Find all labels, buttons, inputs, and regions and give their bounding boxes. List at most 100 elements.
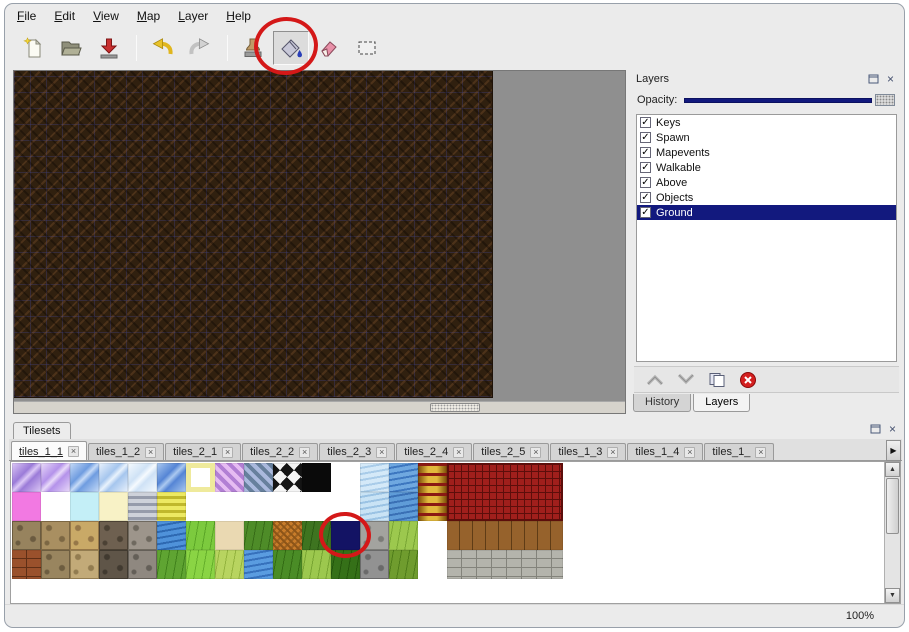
layer-visibility-checkbox[interactable]: ✓ [640,162,651,173]
tileset-tile-frame[interactable] [186,463,215,492]
move-layer-down-button[interactable] [677,373,695,386]
tileset-tile-grass[interactable] [215,550,244,579]
layer-visibility-checkbox[interactable]: ✓ [640,147,651,158]
layer-visibility-checkbox[interactable]: ✓ [640,192,651,203]
tileset-tab-tiles_1_4[interactable]: tiles_1_4× [627,443,703,460]
layers-panel-float-button[interactable] [866,72,881,85]
map-canvas[interactable] [14,71,493,398]
eraser-tool-button[interactable] [311,31,347,65]
tileset-tile-grass[interactable] [157,550,186,579]
tileset-tile-water[interactable] [157,521,186,550]
tileset-tile-navy-selected[interactable] [331,521,360,550]
tileset-tile-plain[interactable] [12,492,41,521]
tileset-tab-tiles_2_2[interactable]: tiles_2_2× [242,443,318,460]
tileset-tile-grass[interactable] [273,550,302,579]
redo-button[interactable] [182,31,218,65]
tileset-tab-tiles_1_1[interactable]: tiles_1_1× [11,441,87,461]
tileset-tile-gem[interactable] [128,463,157,492]
close-tab-icon[interactable]: × [453,447,464,458]
tileset-tab-tiles_2_5[interactable]: tiles_2_5× [473,443,549,460]
layer-row-above[interactable]: ✓Above [637,175,896,190]
tileset-tab-tiles_2_4[interactable]: tiles_2_4× [396,443,472,460]
opacity-slider-handle[interactable] [875,94,895,106]
layer-row-mapevents[interactable]: ✓Mapevents [637,145,896,160]
close-tab-icon[interactable]: × [145,447,156,458]
tileset-tile-grass[interactable] [302,521,331,550]
move-layer-up-button[interactable] [646,373,664,386]
tileset-tab-tiles_1_3[interactable]: tiles_1_3× [550,443,626,460]
new-file-button[interactable] [15,31,51,65]
tileset-tile-stone[interactable] [128,521,157,550]
undo-button[interactable] [144,31,180,65]
tileset-tile-checker[interactable] [273,463,302,492]
tab-layers[interactable]: Layers [693,394,750,412]
canvas-horizontal-scrollbar[interactable] [14,401,625,413]
menu-layer[interactable]: Layer [178,9,208,23]
tileset-tile-grass[interactable] [389,521,418,550]
layers-panel-close-button[interactable]: × [883,72,898,85]
tileset-tile-gem[interactable] [70,463,99,492]
scroll-up-button[interactable]: ▲ [885,462,900,477]
tileset-tile-gem[interactable] [157,463,186,492]
tileset-tile-water[interactable] [389,463,418,492]
tileset-tile-grass[interactable] [331,550,360,579]
close-tab-icon[interactable]: × [530,447,541,458]
tileset-tile-carpet[interactable] [447,463,563,521]
tileset-tile-gem[interactable] [12,463,41,492]
tileset-tab-tiles_1_[interactable]: tiles_1_× [704,443,774,460]
tab-history[interactable]: History [633,394,691,412]
layer-row-spawn[interactable]: ✓Spawn [637,130,896,145]
tilesets-panel-float-button[interactable] [868,422,883,435]
menu-view[interactable]: View [93,9,119,23]
tileset-tile-grass[interactable] [389,550,418,579]
menu-help[interactable]: Help [226,9,251,23]
tileset-vertical-scrollbar[interactable]: ▲ ▼ [884,462,900,603]
tileset-tile-dstripe[interactable] [244,463,273,492]
tileset-tile-water[interactable] [360,492,389,521]
tileset-tile-stone[interactable] [12,521,41,550]
close-tab-icon[interactable]: × [68,446,79,457]
tileset-tile-stone[interactable] [128,550,157,579]
layer-row-objects[interactable]: ✓Objects [637,190,896,205]
tileset-tile-gem[interactable] [99,463,128,492]
tileset-tile-grass[interactable] [186,521,215,550]
close-tab-icon[interactable]: × [755,447,766,458]
fill-tool-button[interactable] [273,31,309,65]
tileset-tile-plain[interactable] [70,492,99,521]
tileset-tile-stone[interactable] [99,550,128,579]
tileset-tile-grass[interactable] [302,550,331,579]
layer-visibility-checkbox[interactable]: ✓ [640,207,651,218]
opacity-slider[interactable] [684,93,896,107]
tileset-tile-ornate[interactable] [418,463,447,521]
tileset-tile-plain[interactable] [302,463,331,492]
tileset-tile-water[interactable] [360,463,389,492]
tileset-tile-stone[interactable] [70,550,99,579]
stamp-tool-button[interactable] [235,31,271,65]
layer-row-walkable[interactable]: ✓Walkable [637,160,896,175]
tilesets-panel-close-button[interactable]: × [885,422,900,435]
tileset-tile-plain[interactable] [99,492,128,521]
layer-row-keys[interactable]: ✓Keys [637,115,896,130]
horizontal-scrollbar-thumb[interactable] [430,403,480,412]
tileset-tile-water[interactable] [389,492,418,521]
tileset-tile-gem[interactable] [41,463,70,492]
close-tab-icon[interactable]: × [684,447,695,458]
tileset-tile-grass[interactable] [186,550,215,579]
tileset-tile-stone[interactable] [41,550,70,579]
close-tab-icon[interactable]: × [222,447,233,458]
close-tab-icon[interactable]: × [299,447,310,458]
scroll-down-button[interactable]: ▼ [885,588,900,603]
import-button[interactable] [91,31,127,65]
tileset-tab-tiles_2_3[interactable]: tiles_2_3× [319,443,395,460]
tileset-tabs-scroll-right-button[interactable]: ▶ [886,440,901,461]
vertical-scrollbar-thumb[interactable] [886,478,899,534]
tileset-tab-tiles_1_2[interactable]: tiles_1_2× [88,443,164,460]
menu-file[interactable]: File [17,9,36,23]
tileset-tile-stone[interactable] [360,521,389,550]
tileset-tile-grass[interactable] [244,521,273,550]
layer-visibility-checkbox[interactable]: ✓ [640,117,651,128]
menu-edit[interactable]: Edit [54,9,75,23]
tileset-tab-tiles_2_1[interactable]: tiles_2_1× [165,443,241,460]
tileset-tile-brick[interactable] [12,550,41,579]
menu-map[interactable]: Map [137,9,160,23]
